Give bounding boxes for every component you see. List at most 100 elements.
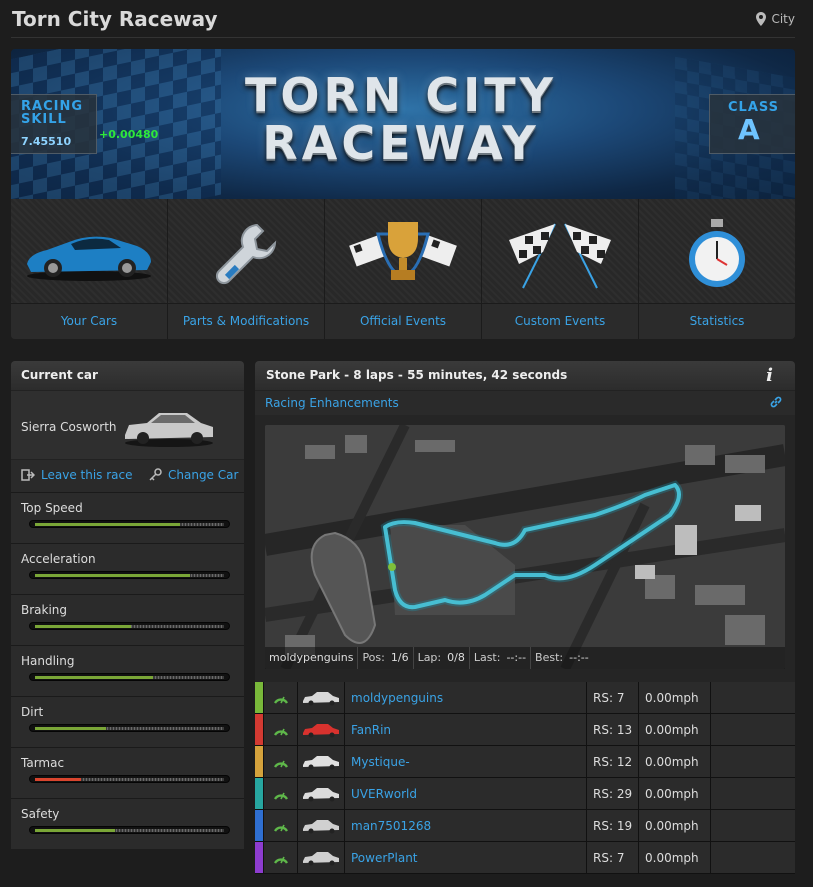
current-car-heading: Current car xyxy=(11,361,244,390)
nav-your-cars[interactable]: Your Cars xyxy=(11,199,168,339)
racer-car-icon xyxy=(303,819,339,833)
location-label: City xyxy=(771,12,795,26)
best-value: --:-- xyxy=(569,651,589,664)
stat-row: Safety xyxy=(11,798,244,849)
lap-label: Lap: xyxy=(417,651,442,664)
stat-fill xyxy=(35,778,81,781)
stat-row: Dirt xyxy=(11,696,244,747)
racer-car-icon xyxy=(303,755,339,769)
wrench-icon xyxy=(215,223,277,285)
current-car-box: Sierra Cosworth xyxy=(11,390,244,459)
racing-skill-delta: +0.00480 xyxy=(99,128,159,141)
stat-bar xyxy=(29,775,230,783)
stat-row: Braking xyxy=(11,594,244,645)
racer-list: moldypenguins RS: 7 0.00mph FanRin RS: 13 0.0… xyxy=(255,682,795,874)
nav-official-events[interactable]: Official Events xyxy=(325,199,482,339)
raceway-banner: TORN CITY RACEWAY RACING SKILL 7.45510 +0… xyxy=(11,49,795,199)
lap-value: 0/8 xyxy=(447,651,465,664)
sedan-car-icon xyxy=(125,413,213,447)
racer-color-stripe xyxy=(255,842,263,873)
stat-fill xyxy=(35,727,106,730)
race-panel: Stone Park - 8 laps - 55 minutes, 42 sec… xyxy=(255,361,795,707)
nav-label: Official Events xyxy=(325,303,481,339)
racer-name[interactable]: Mystique- xyxy=(344,746,586,777)
logo-line-1: TORN CITY xyxy=(245,68,557,122)
stat-label: Dirt xyxy=(21,705,44,719)
racer-color-stripe xyxy=(255,810,263,841)
racer-speed: 0.00mph xyxy=(638,810,710,841)
stat-fill xyxy=(35,523,180,526)
stat-bar xyxy=(29,520,230,528)
racer-name[interactable]: PowerPlant xyxy=(344,842,586,873)
class-value: A xyxy=(738,113,760,146)
track-map xyxy=(265,425,785,669)
checkered-flags-icon xyxy=(509,223,611,289)
racer-row: FanRin RS: 13 0.00mph xyxy=(255,714,795,746)
car-stats: Top Speed Acceleration Braking Handling Dirt… xyxy=(11,492,244,849)
stat-bar xyxy=(29,673,230,681)
racer-color-stripe xyxy=(255,778,263,809)
leave-race-label: Leave this race xyxy=(41,468,133,482)
stat-row: Tarmac xyxy=(11,747,244,798)
nav-label: Statistics xyxy=(639,303,795,339)
exit-icon xyxy=(21,469,35,481)
speedometer-icon xyxy=(273,696,288,704)
track-map-container: moldypenguins Pos: 1/6 Lap: 0/8 Last: --:--… xyxy=(255,415,795,707)
nav-parts-modifications[interactable]: Parts & Modifications xyxy=(168,199,325,339)
racer-name[interactable]: UVERworld xyxy=(344,778,586,809)
stat-bar xyxy=(29,826,230,834)
stat-bar xyxy=(29,622,230,630)
nav-statistics[interactable]: Statistics xyxy=(639,199,795,339)
racer-name[interactable]: man7501268 xyxy=(344,810,586,841)
racing-enhancements-link[interactable]: Racing Enhancements xyxy=(265,396,399,410)
race-title: Stone Park - 8 laps - 55 minutes, 42 sec… xyxy=(266,368,568,382)
logo-line-2: RACEWAY xyxy=(262,116,540,170)
racing-enhancements-bar: Racing Enhancements xyxy=(255,390,795,415)
nav-label: Parts & Modifications xyxy=(168,303,324,339)
stat-label: Safety xyxy=(21,807,60,821)
racer-car-icon xyxy=(303,691,339,705)
stat-label: Tarmac xyxy=(21,756,65,770)
racer-speed: 0.00mph xyxy=(638,778,710,809)
racer-row: man7501268 RS: 19 0.00mph xyxy=(255,810,795,842)
last-label: Last: xyxy=(473,651,501,664)
best-label: Best: xyxy=(535,651,564,664)
racer-rs: RS: 7 xyxy=(586,682,638,713)
raceway-logo: TORN CITY RACEWAY xyxy=(201,71,601,167)
last-value: --:-- xyxy=(506,651,527,664)
racer-extra-cell xyxy=(710,714,795,745)
stat-label: Acceleration xyxy=(21,552,96,566)
racer-name[interactable]: moldypenguins xyxy=(344,682,586,713)
nav-custom-events[interactable]: Custom Events xyxy=(482,199,639,339)
racer-color-stripe xyxy=(255,714,263,745)
change-car-label: Change Car xyxy=(168,468,239,482)
racer-row: Mystique- RS: 12 0.00mph xyxy=(255,746,795,778)
current-car-name: Sierra Cosworth xyxy=(21,420,117,434)
sports-car-icon xyxy=(27,236,151,281)
info-icon[interactable]: i xyxy=(766,361,773,390)
racer-speed: 0.00mph xyxy=(638,842,710,873)
race-heading: Stone Park - 8 laps - 55 minutes, 42 sec… xyxy=(255,361,795,390)
speedometer-icon xyxy=(273,728,288,736)
trophy-icon xyxy=(349,222,457,280)
stat-fill xyxy=(35,676,153,679)
map-player-name: moldypenguins xyxy=(265,647,359,669)
location-link[interactable]: City xyxy=(756,12,795,26)
race-position-bar: moldypenguins Pos: 1/6 Lap: 0/8 Last: --:--… xyxy=(265,647,785,669)
leave-race-link[interactable]: Leave this race xyxy=(21,468,133,482)
change-car-link[interactable]: Change Car xyxy=(148,468,238,482)
track-map-graphic xyxy=(265,425,785,669)
racer-color-stripe xyxy=(255,746,263,777)
racer-name[interactable]: FanRin xyxy=(344,714,586,745)
racer-car-icon xyxy=(303,851,339,865)
racer-speed: 0.00mph xyxy=(638,714,710,745)
nav-label: Custom Events xyxy=(482,303,638,339)
link-icon[interactable] xyxy=(769,395,783,409)
racing-skill-box: RACING SKILL 7.45510 xyxy=(11,94,97,154)
speedometer-icon xyxy=(273,760,288,768)
racer-row: UVERworld RS: 29 0.00mph xyxy=(255,778,795,810)
racer-speed: 0.00mph xyxy=(638,746,710,777)
racer-rs: RS: 29 xyxy=(586,778,638,809)
key-icon xyxy=(149,468,162,481)
racer-color-stripe xyxy=(255,682,263,713)
